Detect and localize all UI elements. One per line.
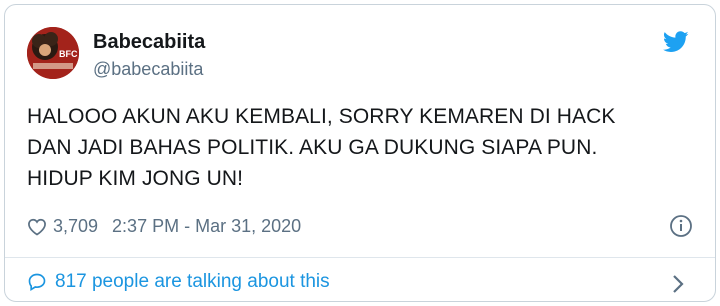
twitter-bird-icon[interactable] — [663, 31, 689, 53]
speech-bubble-icon — [28, 273, 46, 292]
conversation-text[interactable]: 817 people are talking about this — [55, 271, 330, 293]
profile-avatar-image: BFC — [27, 27, 79, 79]
avatar[interactable]: BFC — [27, 27, 79, 79]
info-icon[interactable] — [669, 214, 693, 238]
tweet-text-line: HALOOO AKUN AKU KEMBALI, SORRY KEMAREN D… — [27, 105, 616, 128]
display-name[interactable]: Babecabiita — [93, 31, 205, 54]
like-count[interactable]: 3,709 — [53, 216, 98, 237]
tweet-timestamp[interactable]: 2:37 PM - Mar 31, 2020 — [112, 216, 301, 237]
tweet-text: HALOOO AKUN AKU KEMBALI, SORRY KEMAREN D… — [27, 101, 697, 194]
user-handle[interactable]: @babecabiita — [93, 59, 203, 80]
tweet-card[interactable]: BFC Babecabiita @babecabiita HALOOO AKUN… — [4, 4, 716, 302]
divider — [5, 257, 715, 258]
chevron-right-icon[interactable] — [671, 274, 685, 294]
tweet-meta: 3,709 2:37 PM - Mar 31, 2020 — [27, 216, 301, 237]
tweet-text-line: HIDUP KIM JONG UN! — [27, 167, 244, 190]
avatar-logo-text: BFC — [59, 49, 78, 59]
heart-icon[interactable] — [27, 217, 47, 237]
conversation-link[interactable]: 817 people are talking about this — [27, 271, 330, 293]
tweet-text-line: DAN JADI BAHAS POLITIK. AKU GA DUKUNG SI… — [27, 136, 598, 159]
